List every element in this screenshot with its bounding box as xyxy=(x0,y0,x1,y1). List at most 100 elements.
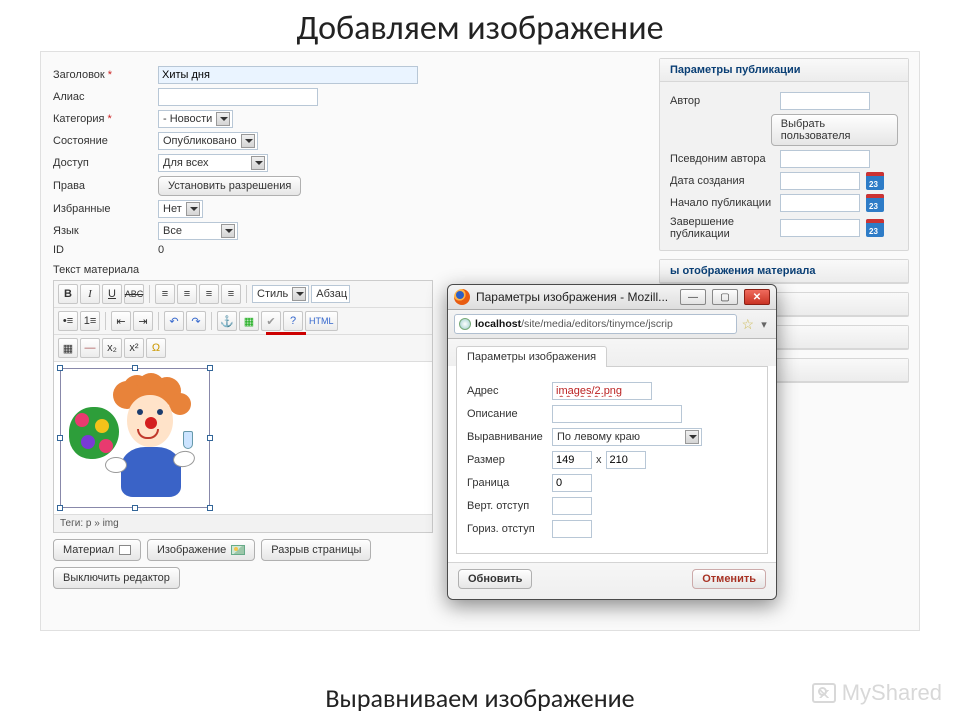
perm-label: Права xyxy=(53,180,158,192)
chevron-down-icon xyxy=(221,224,235,238)
history-dropdown-icon[interactable]: ▾ xyxy=(758,318,770,331)
number-list-icon[interactable]: 1≡ xyxy=(80,311,100,331)
annotation-underline xyxy=(266,332,306,335)
bold-icon[interactable]: B xyxy=(58,284,78,304)
created-label: Дата создания xyxy=(670,175,780,187)
border-label: Граница xyxy=(467,477,552,489)
watermark: MyShared xyxy=(812,680,942,706)
vspace-input[interactable] xyxy=(552,497,592,515)
dialog-tabs: Параметры изображения xyxy=(448,339,776,366)
calendar-icon[interactable] xyxy=(866,194,884,212)
charmap-icon[interactable]: Ω xyxy=(146,338,166,358)
align-label: Выравнивание xyxy=(467,431,552,443)
featured-select[interactable]: Нет xyxy=(158,200,203,218)
sup-icon[interactable]: x² xyxy=(124,338,144,358)
title-input[interactable] xyxy=(158,66,418,84)
alias-label: Алиас xyxy=(53,91,158,103)
align-left-icon[interactable]: ≡ xyxy=(155,284,175,304)
category-select[interactable]: - Новости xyxy=(158,110,233,128)
insert-image-icon[interactable]: ▦ xyxy=(239,311,259,331)
window-title: Параметры изображения - Mozill... xyxy=(476,290,674,304)
globe-icon xyxy=(459,318,471,330)
author-input[interactable] xyxy=(780,92,870,110)
calendar-icon[interactable] xyxy=(866,219,884,237)
access-select[interactable]: Для всех xyxy=(158,154,268,172)
hr-icon[interactable]: — xyxy=(80,338,100,358)
vspace-label: Верт. отступ xyxy=(467,500,552,512)
desc-label: Описание xyxy=(467,408,552,420)
watermark-icon xyxy=(812,683,836,703)
update-button[interactable]: Обновить xyxy=(458,569,532,589)
insert-article-button[interactable]: Материал xyxy=(53,539,141,561)
indent-icon[interactable]: ⇥ xyxy=(133,311,153,331)
align-select[interactable]: По левому краю xyxy=(552,428,702,446)
display-panel-header[interactable]: ы отображения материала xyxy=(660,260,908,283)
cancel-button[interactable]: Отменить xyxy=(692,569,766,589)
toolbar-row-1: B I U ABC ≡ ≡ ≡ ≡ Стиль Абзац xyxy=(54,281,432,308)
undo-icon[interactable]: ↶ xyxy=(164,311,184,331)
strike-icon[interactable]: ABC xyxy=(124,284,144,304)
language-select[interactable]: Все xyxy=(158,222,238,240)
toggle-editor-button[interactable]: Выключить редактор xyxy=(53,567,180,589)
state-label: Состояние xyxy=(53,135,158,147)
redo-icon[interactable]: ↷ xyxy=(186,311,206,331)
address-bar[interactable]: localhost/site/media/editors/tinymce/jsc… xyxy=(454,314,737,334)
bullet-list-icon[interactable]: •≡ xyxy=(58,311,78,331)
desc-input[interactable] xyxy=(552,405,682,423)
cleanup-icon[interactable]: ✔ xyxy=(261,311,281,331)
window-titlebar[interactable]: Параметры изображения - Mozill... — ▢ ✕ xyxy=(448,285,776,310)
underline-icon[interactable]: U xyxy=(102,284,122,304)
italic-icon[interactable]: I xyxy=(80,284,100,304)
close-button[interactable]: ✕ xyxy=(744,289,770,305)
html-button[interactable]: HTML xyxy=(305,311,338,331)
border-input[interactable] xyxy=(552,474,592,492)
publish-up-input[interactable] xyxy=(780,194,860,212)
dialog-actions: Обновить Отменить xyxy=(448,562,776,599)
chevron-down-icon xyxy=(241,134,255,148)
width-input[interactable] xyxy=(552,451,592,469)
pick-user-button[interactable]: Выбрать пользователя xyxy=(771,114,898,146)
article-icon xyxy=(119,545,131,555)
style-select[interactable]: Стиль xyxy=(252,285,309,303)
sub-icon[interactable]: x₂ xyxy=(102,338,122,358)
outdent-icon[interactable]: ⇤ xyxy=(111,311,131,331)
state-select[interactable]: Опубликовано xyxy=(158,132,258,150)
bookmark-star-icon[interactable]: ☆ xyxy=(741,316,754,333)
align-center-icon[interactable]: ≡ xyxy=(177,284,197,304)
src-label: Адрес xyxy=(467,385,552,397)
image-properties-dialog: Параметры изображения - Mozill... — ▢ ✕ … xyxy=(447,284,777,600)
editor-canvas[interactable] xyxy=(54,362,432,514)
id-label: ID xyxy=(53,244,158,256)
anchor-icon[interactable]: ⚓ xyxy=(217,311,237,331)
alias-input[interactable] xyxy=(158,88,318,106)
selected-image[interactable] xyxy=(60,368,210,508)
set-permissions-button[interactable]: Установить разрешения xyxy=(158,176,301,196)
chevron-down-icon xyxy=(251,156,265,170)
chevron-down-icon xyxy=(186,202,200,216)
minimize-button[interactable]: — xyxy=(680,289,706,305)
tab-image-params[interactable]: Параметры изображения xyxy=(456,346,607,367)
created-input[interactable] xyxy=(780,172,860,190)
hspace-label: Гориз. отступ xyxy=(467,523,552,535)
table-icon[interactable]: ▦ xyxy=(58,338,78,358)
height-input[interactable] xyxy=(606,451,646,469)
clown-illustration xyxy=(65,373,205,503)
calendar-icon[interactable] xyxy=(866,172,884,190)
url-text: localhost/site/media/editors/tinymce/jsc… xyxy=(475,318,673,330)
help-icon[interactable]: ? xyxy=(283,311,303,331)
publishing-panel-header[interactable]: Параметры публикации xyxy=(660,59,908,82)
pagebreak-button[interactable]: Разрыв страницы xyxy=(261,539,371,561)
src-input[interactable] xyxy=(552,382,652,400)
insert-image-button[interactable]: Изображение xyxy=(147,539,255,561)
maximize-button[interactable]: ▢ xyxy=(712,289,738,305)
language-label: Язык xyxy=(53,225,158,237)
toolbar-row-3: ▦ — x₂ x² Ω xyxy=(54,335,432,362)
author-alias-input[interactable] xyxy=(780,150,870,168)
publish-down-input[interactable] xyxy=(780,219,860,237)
align-justify-icon[interactable]: ≡ xyxy=(221,284,241,304)
body-label: Текст материала xyxy=(53,264,139,276)
hspace-input[interactable] xyxy=(552,520,592,538)
align-right-icon[interactable]: ≡ xyxy=(199,284,219,304)
paragraph-select[interactable]: Абзац xyxy=(311,285,350,303)
author-alias-label: Псевдоним автора xyxy=(670,153,780,165)
